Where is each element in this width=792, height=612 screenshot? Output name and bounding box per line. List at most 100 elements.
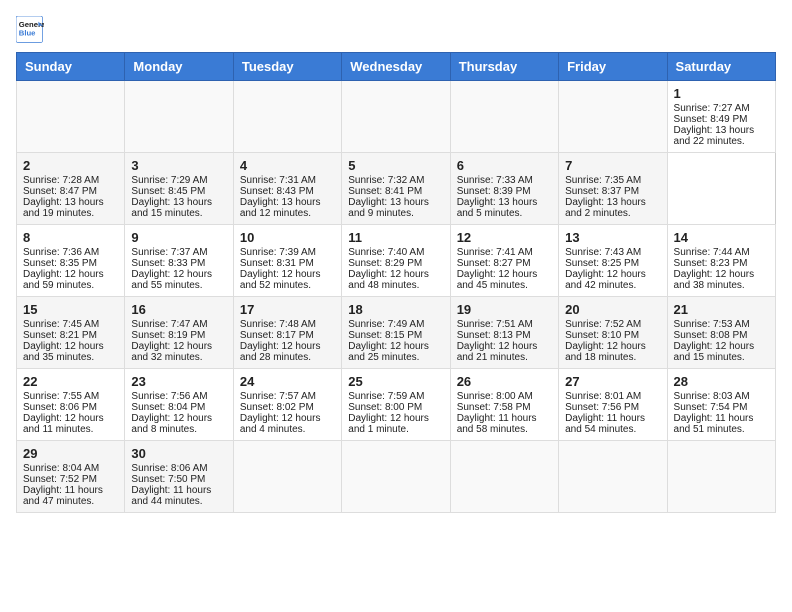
daylight-label: Daylight: 12 hours and 18 minutes. [565, 341, 646, 363]
calendar-week-row: 29 Sunrise: 8:04 AM Sunset: 7:52 PM Dayl… [17, 441, 776, 513]
daylight-label: Daylight: 13 hours and 22 minutes. [674, 125, 755, 147]
calendar-cell [17, 81, 125, 153]
sunrise-text: Sunrise: 8:01 AM [565, 391, 641, 402]
calendar-header-thursday: Thursday [450, 53, 558, 81]
sunset-text: Sunset: 8:27 PM [457, 258, 531, 269]
calendar-cell: 28 Sunrise: 8:03 AM Sunset: 7:54 PM Dayl… [667, 369, 775, 441]
calendar-week-row: 15 Sunrise: 7:45 AM Sunset: 8:21 PM Dayl… [17, 297, 776, 369]
calendar-cell [233, 441, 341, 513]
logo: General Blue [16, 16, 44, 44]
sunrise-text: Sunrise: 7:45 AM [23, 319, 99, 330]
sunrise-text: Sunrise: 8:06 AM [131, 463, 207, 474]
daylight-label: Daylight: 11 hours and 51 minutes. [674, 413, 754, 435]
daylight-label: Daylight: 12 hours and 42 minutes. [565, 269, 646, 291]
day-number: 16 [131, 302, 226, 317]
daylight-label: Daylight: 12 hours and 25 minutes. [348, 341, 429, 363]
calendar-body: 1 Sunrise: 7:27 AM Sunset: 8:49 PM Dayli… [17, 81, 776, 513]
sunset-text: Sunset: 8:41 PM [348, 186, 422, 197]
sunset-text: Sunset: 7:56 PM [565, 402, 639, 413]
calendar-cell: 7 Sunrise: 7:35 AM Sunset: 8:37 PM Dayli… [559, 153, 667, 225]
calendar-cell [342, 81, 450, 153]
calendar-cell: 14 Sunrise: 7:44 AM Sunset: 8:23 PM Dayl… [667, 225, 775, 297]
calendar-cell: 9 Sunrise: 7:37 AM Sunset: 8:33 PM Dayli… [125, 225, 233, 297]
sunrise-text: Sunrise: 8:04 AM [23, 463, 99, 474]
daylight-label: Daylight: 12 hours and 4 minutes. [240, 413, 321, 435]
calendar-cell [125, 81, 233, 153]
sunset-text: Sunset: 8:39 PM [457, 186, 531, 197]
day-number: 3 [131, 158, 226, 173]
day-number: 24 [240, 374, 335, 389]
sunset-text: Sunset: 8:15 PM [348, 330, 422, 341]
sunset-text: Sunset: 8:06 PM [23, 402, 97, 413]
calendar-cell: 18 Sunrise: 7:49 AM Sunset: 8:15 PM Dayl… [342, 297, 450, 369]
daylight-label: Daylight: 12 hours and 32 minutes. [131, 341, 212, 363]
logo-icon: General Blue [16, 16, 44, 44]
daylight-label: Daylight: 13 hours and 12 minutes. [240, 197, 321, 219]
sunset-text: Sunset: 8:17 PM [240, 330, 314, 341]
sunrise-text: Sunrise: 7:59 AM [348, 391, 424, 402]
calendar-cell: 11 Sunrise: 7:40 AM Sunset: 8:29 PM Dayl… [342, 225, 450, 297]
day-number: 23 [131, 374, 226, 389]
sunset-text: Sunset: 8:00 PM [348, 402, 422, 413]
day-number: 20 [565, 302, 660, 317]
sunrise-text: Sunrise: 7:28 AM [23, 175, 99, 186]
daylight-label: Daylight: 12 hours and 1 minute. [348, 413, 429, 435]
calendar-week-row: 1 Sunrise: 7:27 AM Sunset: 8:49 PM Dayli… [17, 81, 776, 153]
sunrise-text: Sunrise: 7:36 AM [23, 247, 99, 258]
sunset-text: Sunset: 8:49 PM [674, 114, 748, 125]
calendar-cell: 1 Sunrise: 7:27 AM Sunset: 8:49 PM Dayli… [667, 81, 775, 153]
day-number: 11 [348, 230, 443, 245]
calendar-cell: 2 Sunrise: 7:28 AM Sunset: 8:47 PM Dayli… [17, 153, 125, 225]
calendar-cell: 12 Sunrise: 7:41 AM Sunset: 8:27 PM Dayl… [450, 225, 558, 297]
calendar-week-row: 8 Sunrise: 7:36 AM Sunset: 8:35 PM Dayli… [17, 225, 776, 297]
calendar-cell: 30 Sunrise: 8:06 AM Sunset: 7:50 PM Dayl… [125, 441, 233, 513]
calendar-cell [342, 441, 450, 513]
sunrise-text: Sunrise: 8:00 AM [457, 391, 533, 402]
sunset-text: Sunset: 8:21 PM [23, 330, 97, 341]
sunrise-text: Sunrise: 7:52 AM [565, 319, 641, 330]
calendar-cell: 3 Sunrise: 7:29 AM Sunset: 8:45 PM Dayli… [125, 153, 233, 225]
calendar-header-wednesday: Wednesday [342, 53, 450, 81]
sunrise-text: Sunrise: 7:31 AM [240, 175, 316, 186]
day-number: 25 [348, 374, 443, 389]
calendar-table: SundayMondayTuesdayWednesdayThursdayFrid… [16, 52, 776, 513]
daylight-label: Daylight: 12 hours and 59 minutes. [23, 269, 104, 291]
sunrise-text: Sunrise: 7:49 AM [348, 319, 424, 330]
calendar-header-saturday: Saturday [667, 53, 775, 81]
daylight-label: Daylight: 13 hours and 19 minutes. [23, 197, 104, 219]
calendar-cell: 24 Sunrise: 7:57 AM Sunset: 8:02 PM Dayl… [233, 369, 341, 441]
daylight-label: Daylight: 13 hours and 9 minutes. [348, 197, 429, 219]
daylight-label: Daylight: 12 hours and 45 minutes. [457, 269, 538, 291]
sunrise-text: Sunrise: 7:53 AM [674, 319, 750, 330]
sunset-text: Sunset: 7:54 PM [674, 402, 748, 413]
daylight-label: Daylight: 13 hours and 15 minutes. [131, 197, 212, 219]
sunset-text: Sunset: 8:25 PM [565, 258, 639, 269]
day-number: 5 [348, 158, 443, 173]
day-number: 12 [457, 230, 552, 245]
daylight-label: Daylight: 13 hours and 5 minutes. [457, 197, 538, 219]
calendar-cell: 23 Sunrise: 7:56 AM Sunset: 8:04 PM Dayl… [125, 369, 233, 441]
sunset-text: Sunset: 8:02 PM [240, 402, 314, 413]
calendar-cell: 27 Sunrise: 8:01 AM Sunset: 7:56 PM Dayl… [559, 369, 667, 441]
day-number: 27 [565, 374, 660, 389]
daylight-label: Daylight: 12 hours and 55 minutes. [131, 269, 212, 291]
sunrise-text: Sunrise: 7:44 AM [674, 247, 750, 258]
day-number: 2 [23, 158, 118, 173]
calendar-cell: 13 Sunrise: 7:43 AM Sunset: 8:25 PM Dayl… [559, 225, 667, 297]
calendar-cell: 4 Sunrise: 7:31 AM Sunset: 8:43 PM Dayli… [233, 153, 341, 225]
calendar-cell: 15 Sunrise: 7:45 AM Sunset: 8:21 PM Dayl… [17, 297, 125, 369]
daylight-label: Daylight: 12 hours and 48 minutes. [348, 269, 429, 291]
calendar-cell: 16 Sunrise: 7:47 AM Sunset: 8:19 PM Dayl… [125, 297, 233, 369]
sunset-text: Sunset: 8:29 PM [348, 258, 422, 269]
sunrise-text: Sunrise: 7:43 AM [565, 247, 641, 258]
calendar-week-row: 2 Sunrise: 7:28 AM Sunset: 8:47 PM Dayli… [17, 153, 776, 225]
sunset-text: Sunset: 8:31 PM [240, 258, 314, 269]
daylight-label: Daylight: 12 hours and 8 minutes. [131, 413, 212, 435]
sunset-text: Sunset: 8:45 PM [131, 186, 205, 197]
daylight-label: Daylight: 12 hours and 38 minutes. [674, 269, 755, 291]
daylight-label: Daylight: 12 hours and 52 minutes. [240, 269, 321, 291]
svg-text:Blue: Blue [19, 29, 36, 38]
day-number: 19 [457, 302, 552, 317]
daylight-label: Daylight: 11 hours and 54 minutes. [565, 413, 645, 435]
calendar-cell [450, 441, 558, 513]
